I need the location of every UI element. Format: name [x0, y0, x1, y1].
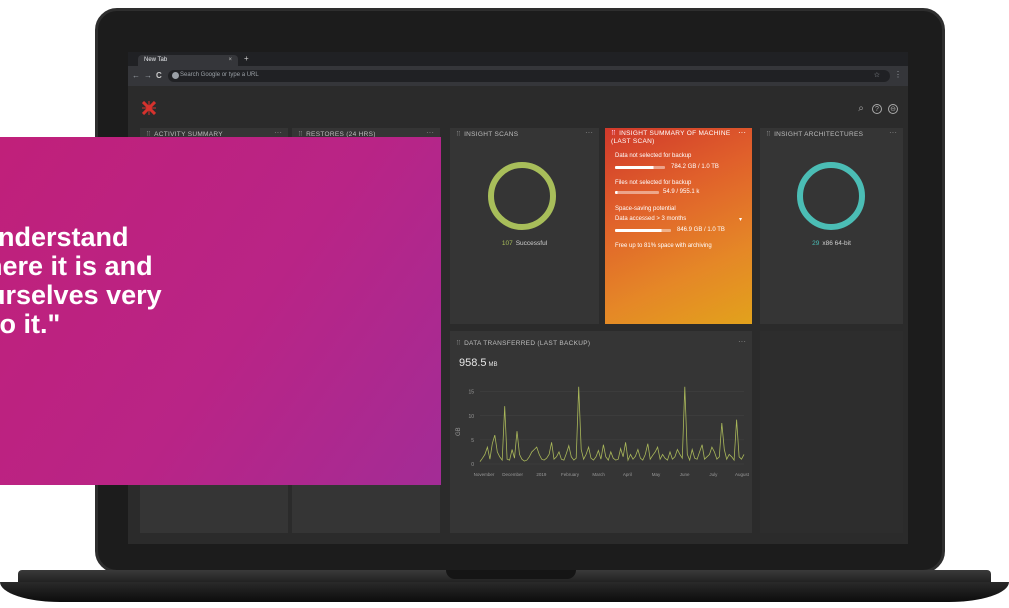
insight-architectures-card: ⠿ INSIGHT ARCHITECTURES ··· 29 x86 64-bit [760, 128, 903, 324]
card-menu-icon[interactable]: ··· [426, 128, 434, 137]
omnibox-input[interactable]: Search Google or type a URL ☆ [168, 70, 890, 82]
help-icon[interactable]: ? [872, 104, 882, 114]
scans-count: 107 [501, 240, 513, 247]
card-menu-icon[interactable]: ··· [274, 128, 282, 137]
browser-menu-icon[interactable]: ⋮ [894, 70, 902, 79]
reload-icon[interactable]: C [156, 71, 162, 80]
y-tick-label: 15 [468, 390, 474, 396]
google-icon [172, 72, 179, 79]
app-logo-icon[interactable] [142, 101, 156, 115]
summary-item-label: Data not selected for backup [615, 153, 692, 159]
new-tab-button[interactable]: + [244, 54, 249, 63]
data-transferred-title: DATA TRANSFERRED (LAST BACKUP) [464, 340, 591, 347]
summary-item-value: 784.2 GB / 1.0 TB [671, 164, 719, 170]
insight-scans-card: ⠿ INSIGHT SCANS ··· 107 Successful [450, 128, 599, 324]
forward-arrow-icon[interactable]: → [144, 71, 152, 80]
bookmark-star-icon[interactable]: ☆ [874, 71, 880, 79]
data-transferred-card: ⠿ DATA TRANSFERRED (LAST BACKUP) ··· 958.… [450, 331, 752, 533]
laptop-notch [446, 570, 576, 579]
y-tick-label: 5 [471, 438, 474, 444]
series-line [479, 386, 745, 462]
empty-panel [760, 331, 903, 533]
insight-summary-title: INSIGHT SUMMARY OF MACHINE (LAST SCAN) [611, 130, 731, 145]
architectures-count: 29 [812, 240, 820, 247]
x-tick-label: April [623, 472, 632, 477]
data-transferred-unit: MB [488, 362, 498, 368]
summary-item-value: 54.9 / 955.1 k [663, 189, 700, 195]
data-transferred-value: 958.5 [459, 357, 487, 369]
x-tick-label: August [735, 472, 750, 477]
x-tick-label: February [561, 472, 580, 477]
card-menu-icon[interactable]: ··· [738, 128, 746, 137]
header-actions: ⌕ ? ⊖ [856, 104, 898, 114]
search-icon[interactable]: ⌕ [856, 104, 866, 114]
browser-toolbar: ← → C Search Google or type a URL ☆ ⋮ [128, 66, 908, 86]
x-tick-label: May [652, 472, 661, 477]
x-tick-label: June [680, 472, 690, 477]
app-header: ⌕ ? ⊖ [128, 86, 908, 128]
chevron-down-icon[interactable]: ▾ [739, 216, 742, 223]
close-tab-icon[interactable]: × [228, 57, 232, 63]
summary-progress-bar [615, 166, 665, 169]
stage: New Tab × + ← → C Search Google or type … [0, 0, 1009, 608]
y-tick-label: 0 [471, 462, 474, 468]
x-tick-label: December [502, 472, 523, 477]
data-transferred-line-chart: 0 5 10 15 GB November December 2019 February Marc… [456, 386, 750, 477]
y-axis-label: GB [456, 427, 462, 436]
card-menu-icon[interactable]: ··· [889, 128, 897, 137]
back-arrow-icon[interactable]: ← [132, 71, 140, 80]
summary-item-label: Files not selected for backup [615, 180, 692, 186]
architectures-label: x86 64-bit [822, 240, 851, 247]
browser-tab-title: New Tab [144, 57, 168, 63]
x-tick-label: March [592, 472, 605, 477]
card-menu-icon[interactable]: ··· [585, 128, 593, 137]
summary-item-label: Data accessed > 3 months [615, 216, 687, 222]
quote-overlay: – to understand ta, where it is and ata … [0, 137, 441, 485]
browser-tab[interactable]: New Tab × [138, 55, 238, 66]
y-tick-label: 10 [468, 414, 474, 420]
summary-progress-bar [615, 191, 659, 194]
summary-item-label: Space-saving potential [615, 206, 676, 212]
omnibox-placeholder: Search Google or type a URL [180, 72, 259, 78]
quote-text: – to understand ta, where it is and ata … [0, 222, 162, 339]
scans-label: Successful [515, 240, 548, 247]
insight-summary-card: ⠿ INSIGHT SUMMARY OF MACHINE (LAST SCAN) … [605, 128, 752, 324]
account-icon[interactable]: ⊖ [888, 104, 898, 114]
card-menu-icon[interactable]: ··· [738, 337, 746, 346]
insight-scans-title: INSIGHT SCANS [464, 131, 519, 138]
architectures-ring-chart [797, 162, 865, 230]
x-tick-label: July [709, 472, 718, 477]
x-tick-label: 2019 [536, 472, 547, 477]
laptop-base [0, 570, 1009, 608]
summary-progress-bar [615, 229, 671, 232]
summary-item-value: 846.9 GB / 1.0 TB [677, 227, 725, 233]
browser-tab-bar: New Tab × + [128, 52, 908, 66]
insight-architectures-title: INSIGHT ARCHITECTURES [774, 131, 864, 138]
scans-ring-chart [488, 162, 556, 230]
x-tick-label: November [474, 472, 495, 477]
summary-item-label: Free up to 81% space with archiving [615, 243, 712, 249]
